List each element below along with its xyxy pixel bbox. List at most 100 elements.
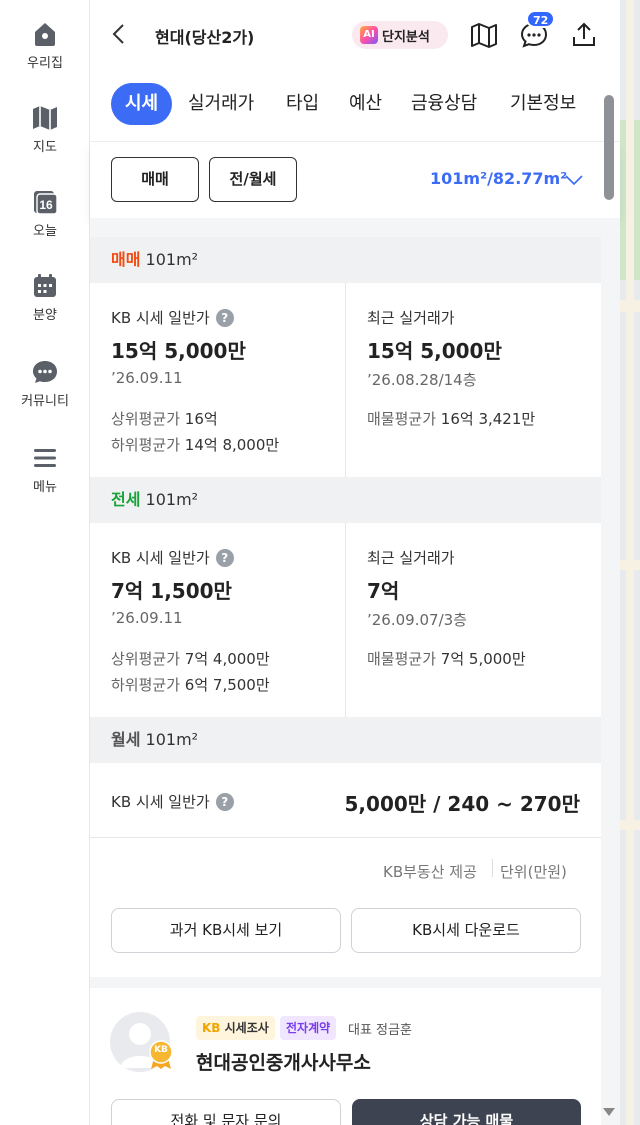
left-nav-rail: 우리집 지도 16 오늘 분양 커뮤니티 메뉴 [0,0,90,1125]
tab-bar: 시세 실거래가 타입 예산 금융상담 기본정보 [90,68,620,142]
map-icon[interactable] [469,20,499,50]
deal-type-rent-button[interactable]: 전/월세 [209,157,297,202]
jeonse-lower-row: 하위평균가 6억 7,500만 [111,674,270,695]
sale-upper-value: 16억 [184,410,218,428]
sale-section-kind: 매매 [111,250,141,269]
hamburger-icon [34,449,56,467]
kb-tag-label: 시세조사 [224,1021,269,1035]
jeonse-upper-value: 7억 4,000만 [184,650,270,668]
jeonse-kb-label: KB 시세 일반가 [111,549,210,567]
help-icon[interactable]: ? [215,793,234,811]
nav-item-menu[interactable]: 메뉴 [0,444,90,495]
agent-name: 현대공인중개사사무소 [196,1052,371,1074]
kb-price-download-button[interactable]: KB시세 다운로드 [351,908,581,953]
chevron-down-icon[interactable] [564,172,584,188]
complex-analysis-button[interactable]: AI 단지분석 [352,21,448,49]
jeonse-panel: KB 시세 일반가? 7억 1,500만 ’26.09.11 상위평균가 7억 … [90,523,601,717]
call-message-button[interactable]: 전화 및 문자 문의 [111,1099,341,1125]
monthly-section-kind: 월세 [111,730,141,749]
past-kb-price-button[interactable]: 과거 KB시세 보기 [111,908,341,953]
nav-item-today[interactable]: 16 오늘 [0,188,90,239]
sale-listing-row: 매물평균가 16억 3,421만 [367,408,535,429]
area-selector[interactable]: 101m²/82.77m² [430,169,567,188]
nav-item-home[interactable]: 우리집 [0,20,90,71]
monthly-section-header: 월세 101m² [90,717,601,763]
jeonse-section-area: 101m² [145,490,199,509]
jeonse-kb-label-row: KB 시세 일반가? [111,547,234,568]
nav-item-community[interactable]: 커뮤니티 [0,358,90,409]
help-icon[interactable]: ? [215,549,234,567]
sale-panel: KB 시세 일반가? 15억 5,000만 ’26.09.11 상위평균가 16… [90,283,601,477]
nav-label-map: 지도 [33,140,57,155]
sale-section-area: 101m² [145,250,199,269]
nav-item-map[interactable]: 지도 [0,104,90,155]
jeonse-recent-label: 최근 실거래가 [367,549,455,567]
sale-recent-label: 최근 실거래가 [367,309,455,327]
scroll-down-arrow-icon[interactable] [603,1108,615,1116]
sale-upper-row: 상위평균가 16억 [111,408,218,429]
top-header: 현대(당산2가) AI 단지분석 72 [90,0,620,68]
jeonse-lower-label: 하위평균가 [111,676,181,694]
jeonse-recent-price: 7억 [367,579,400,603]
e-contract-tag: 전자계약 [280,1016,337,1040]
house-icon [35,23,55,46]
sale-listing-value: 16억 3,421만 [440,410,536,428]
tab-budget[interactable]: 예산 [349,83,382,125]
nav-label-home: 우리집 [27,56,63,71]
tab-actual-deals[interactable]: 실거래가 [188,83,254,125]
svg-text:16: 16 [39,198,53,212]
map-background[interactable] [620,0,640,1125]
nav-label-presale: 분양 [33,308,57,323]
sale-lower-row: 하위평균가 14억 8,000만 [111,434,279,455]
sale-lower-value: 14억 8,000만 [184,436,280,454]
kb-survey-tag: KB 시세조사 [196,1016,275,1040]
tab-basic-info[interactable]: 기본정보 [510,83,576,125]
sale-listing-label: 매물평균가 [367,410,437,428]
jeonse-upper-row: 상위평균가 7억 4,000만 [111,648,270,669]
jeonse-listing-label: 매물평균가 [367,650,437,668]
deal-type-bar: 매매 전/월세 101m²/82.77m² [90,142,620,218]
jeonse-upper-label: 상위평균가 [111,650,181,668]
share-icon[interactable] [569,20,599,50]
help-icon[interactable]: ? [215,309,234,327]
tab-type[interactable]: 타입 [286,83,319,125]
jeonse-kb-date: ’26.09.11 [111,609,183,627]
kb-tag-prefix: KB [202,1021,221,1035]
sale-upper-label: 상위평균가 [111,410,181,428]
monthly-kb-label-row: KB 시세 일반가? [111,791,234,812]
sale-lower-label: 하위평균가 [111,436,181,454]
monthly-panel: KB 시세 일반가? 5,000만 / 240 ~ 270만 KB부동산 제공 … [90,763,601,977]
chat-bubble-icon [33,361,57,383]
price-content: 매매 101m² KB 시세 일반가? 15억 5,000만 ’26.09.11… [90,218,620,1125]
monthly-kb-price: 5,000만 / 240 ~ 270만 [344,792,580,816]
nav-label-today: 오늘 [33,224,57,239]
jeonse-section-header: 전세 101m² [90,477,601,523]
scrollbar-thumb[interactable] [604,95,614,200]
jeonse-recent-date: ’26.09.07/3층 [367,611,467,629]
consult-listings-button[interactable]: 상담 가능 매물 [352,1099,581,1125]
jeonse-listing-value: 7억 5,000만 [440,650,526,668]
sale-kb-label: KB 시세 일반가 [111,309,210,327]
agent-representative: 대표 정금훈 [348,1023,412,1038]
deal-type-sale-button[interactable]: 매매 [111,157,199,202]
nav-label-menu: 메뉴 [33,480,57,495]
page-title: 현대(당산2가) [155,28,255,47]
sale-recent-date: ’26.08.28/14층 [367,371,477,389]
monthly-kb-label: KB 시세 일반가 [111,793,210,811]
sale-kb-price: 15억 5,000만 [111,339,246,363]
jeonse-lower-value: 6억 7,500만 [184,676,270,694]
chat-count-badge: 72 [526,10,556,28]
jeonse-kb-price: 7억 1,500만 [111,579,232,603]
map-icon [33,106,57,130]
jeonse-listing-row: 매물평균가 7억 5,000만 [367,648,526,669]
tab-finance[interactable]: 금융상담 [411,83,477,125]
complex-analysis-label: 단지분석 [382,29,430,45]
tab-market-price[interactable]: 시세 [111,83,173,125]
sale-recent-price: 15억 5,000만 [367,339,502,363]
kb-medal-label: KB [154,1045,168,1055]
sale-kb-label-row: KB 시세 일반가? [111,307,234,328]
back-arrow-icon[interactable] [108,22,132,46]
jeonse-section-kind: 전세 [111,490,141,509]
unit-note: 단위(만원) [500,863,567,881]
nav-item-presale[interactable]: 분양 [0,272,90,323]
